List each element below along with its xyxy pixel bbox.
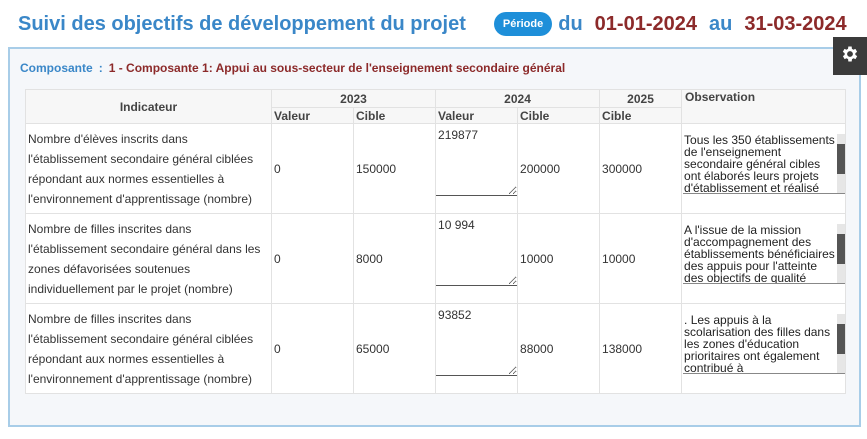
observation-scrollbar[interactable] [837,314,846,373]
cible-2023-cell: 150000 [352,123,437,214]
observation-textarea[interactable]: Tous les 350 établissements de l'enseign… [683,134,846,194]
cible-2025-cell: 300000 [599,123,683,214]
header-cible-2023: Cible [352,107,437,124]
settings-button[interactable] [833,37,867,75]
composante-line: Composante:1 - Composante 1: Appui au so… [20,61,565,75]
valeur-2023-cell: 0 [271,123,354,214]
cible-2025-cell: 10000 [599,213,683,304]
header-year-2024: 2024 [435,89,601,108]
observation-cell: Tous les 350 établissements de l'enseign… [681,123,847,214]
observation-textarea[interactable]: A l'issue de la mission d'accompagnement… [683,224,846,284]
scrollbar-thumb[interactable] [837,234,846,264]
indicators-table: Indicateur 2023 2024 2025 Observation Va… [25,89,847,394]
table-row: Nombre de filles inscrites dans l'établi… [25,303,847,394]
cible-2024-cell: 200000 [517,123,601,214]
cible-2023-cell: 65000 [352,303,437,394]
valeur-2023-cell: 0 [271,303,354,394]
date-end: 31-03-2024 [744,12,847,35]
page-header: Suivi des objectifs de développement du … [18,8,847,40]
observation-text: A l'issue de la mission d'accompagnement… [684,224,835,284]
objectives-panel: Composante:1 - Composante 1: Appui au so… [8,47,861,427]
header-cible-2024: Cible [517,107,601,124]
composante-label: Composante [20,61,93,75]
scrollbar-thumb[interactable] [837,144,846,174]
valeur-2024-input[interactable]: 219877 [436,124,518,196]
table-row: Nombre de filles inscrites dans l'établi… [25,213,847,304]
indicator-cell: Nombre de filles inscrites dans l'établi… [25,213,272,304]
scrollbar-thumb[interactable] [837,324,846,354]
valeur-2024-cell: 219877 [435,123,519,214]
table-row: Nombre d'élèves inscrits dans l'établiss… [25,123,847,214]
observation-text: . Les appuis à la scolarisation des fill… [684,314,831,374]
cible-2024-cell: 10000 [517,213,601,304]
observation-scrollbar[interactable] [837,224,846,283]
observation-cell: . Les appuis à la scolarisation des fill… [681,303,847,394]
page-title: Suivi des objectifs de développement du … [18,12,466,35]
header-valeur-2023: Valeur [271,107,354,124]
cible-2025-cell: 138000 [599,303,683,394]
header-observation: Observation [681,89,847,124]
date-start: 01-01-2024 [594,12,697,35]
valeur-2024-input[interactable]: 10 994 [436,214,518,286]
valeur-2024-cell: 93852 [435,303,519,394]
header-year-2025: 2025 [599,89,683,108]
observation-textarea[interactable]: . Les appuis à la scolarisation des fill… [683,314,846,374]
gear-icon [840,44,860,69]
indicator-cell: Nombre d'élèves inscrits dans l'établiss… [25,123,272,214]
valeur-2024-cell: 10 994 [435,213,519,304]
au-label: au [708,12,733,35]
valeur-2023-cell: 0 [271,213,354,304]
valeur-2024-input[interactable]: 93852 [436,304,518,376]
header-valeur-2024: Valeur [435,107,519,124]
header-year-2023: 2023 [270,89,437,108]
periode-button[interactable]: Période [493,12,553,36]
observation-text: Tous les 350 établissements de l'enseign… [684,134,835,194]
observation-scrollbar[interactable] [837,134,846,193]
header-cible-2025: Cible [599,107,683,124]
composante-separator: : [98,61,103,75]
indicator-cell: Nombre de filles inscrites dans l'établi… [25,303,272,394]
header-indicateur: Indicateur [25,89,272,124]
du-label: du [558,12,583,35]
observation-cell: A l'issue de la mission d'accompagnement… [681,213,847,304]
composante-value: 1 - Composante 1: Appui au sous-secteur … [108,61,566,75]
cible-2023-cell: 8000 [352,213,437,304]
cible-2024-cell: 88000 [517,303,601,394]
